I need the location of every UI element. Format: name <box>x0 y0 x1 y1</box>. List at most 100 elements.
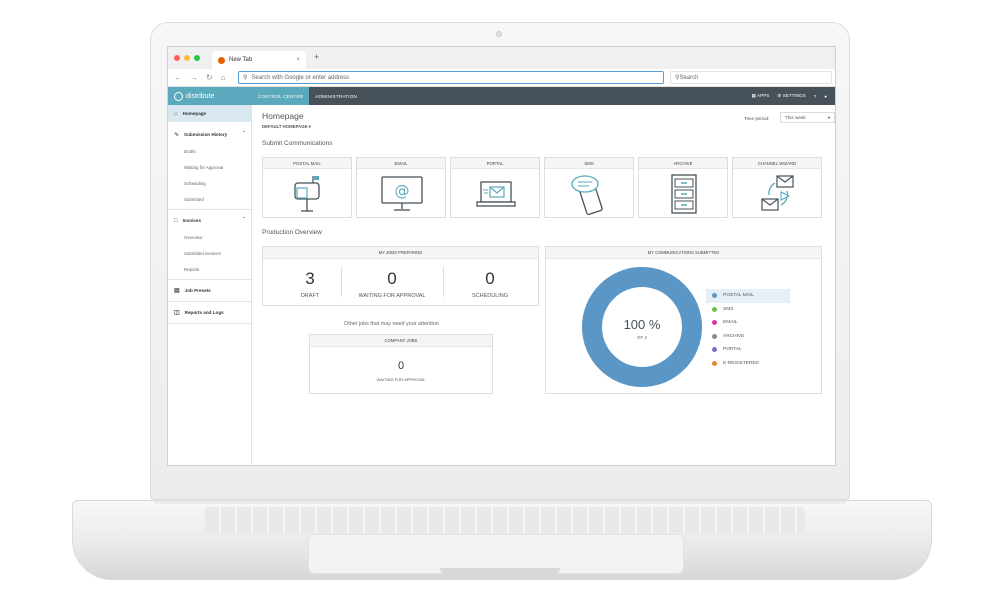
card-label: EMAIL <box>357 158 445 169</box>
card-label: SMS <box>545 158 633 169</box>
sms-phone-icon <box>571 175 603 215</box>
company-jobs-label: WAITING FOR APPROVAL <box>376 377 426 382</box>
apps-button[interactable]: ▦ APPS <box>752 93 770 99</box>
new-tab-button[interactable]: + <box>314 52 319 62</box>
gear-icon: ⚙ <box>777 93 782 98</box>
page-title: Homepage <box>262 111 304 121</box>
card-portal[interactable]: PORTAL <box>450 157 540 218</box>
homepage-select[interactable]: DEFAULT HOMEPAGE ▾ <box>262 124 311 130</box>
maximize-window-icon[interactable] <box>194 55 200 61</box>
legend-item-email[interactable]: EMAIL <box>706 316 790 330</box>
card-postal-mail[interactable]: POSTAL MAIL <box>262 157 352 218</box>
distribute-logo-icon <box>174 91 183 101</box>
sidebar-item-label: Invoices <box>182 218 202 223</box>
legend-dot <box>712 306 717 312</box>
settings-label: SETTINGS <box>782 93 806 98</box>
communications-panel: MY COMMUNICATIONS SUBMITTED 100 % OF 2 P… <box>545 246 822 394</box>
nav-control-center[interactable]: CONTROL CENTER <box>252 87 310 105</box>
company-jobs-value: 0 <box>397 360 405 372</box>
stat-scheduling[interactable]: 0 SCHEDULING <box>445 269 535 299</box>
sidebar-item-submission-history[interactable]: ∿ Submission History ˆ <box>168 126 251 143</box>
laptop-notch <box>440 568 560 574</box>
legend-item-portal[interactable]: PORTAL <box>706 343 790 357</box>
submit-communications-title: Submit Communications <box>262 140 333 147</box>
homepage-select-value: DEFAULT HOMEPAGE <box>262 124 308 129</box>
portal-laptop-icon <box>476 181 516 207</box>
sidebar: ⌂ Homepage ∿ Submission History ˆ Drafts… <box>168 105 252 465</box>
panel-header: MY COMMUNICATIONS SUBMITTED <box>546 247 821 259</box>
stat-value: 0 <box>485 269 495 288</box>
time-period-value: This week <box>785 115 806 120</box>
legend-dot <box>712 360 717 366</box>
legend-label: PORTAL <box>723 347 742 353</box>
brand-name: distribute <box>186 92 215 100</box>
divider <box>168 323 251 324</box>
tab-title: New Tab <box>229 57 253 63</box>
firefox-icon <box>218 56 225 64</box>
brand-logo[interactable]: distribute <box>168 87 252 105</box>
sidebar-subitem-waiting-approval[interactable]: Waiting for Approval <box>168 159 251 175</box>
address-bar[interactable]: ⚲ Search with Google or enter address <box>238 71 664 84</box>
sidebar-item-label: Submission History <box>184 132 228 137</box>
document-icon: □ <box>174 217 178 224</box>
preset-icon: ▤ <box>174 288 180 294</box>
jobs-preparing-panel: MY JOBS PREPARING 3 DRAFT 0 WAITING FOR … <box>262 246 539 306</box>
legend-item-e-registered[interactable]: E-REGISTERED <box>706 357 790 371</box>
grid-icon: ▦ <box>751 93 756 98</box>
legend-label: ARCHIVE <box>723 333 745 339</box>
stat-waiting-approval[interactable]: 0 WAITING FOR APPROVAL <box>345 269 439 299</box>
card-archive[interactable]: ARCHIVE <box>638 157 728 218</box>
header-right-tools: ▦ APPS ⚙ SETTINGS ? ● <box>752 87 827 105</box>
sidebar-item-label: Reports and Logs <box>184 310 224 315</box>
email-monitor-icon: @ <box>381 176 423 211</box>
sidebar-subitem-submitted-invoices[interactable]: Submitted invoices <box>168 245 251 261</box>
app-header: distribute CONTROL CENTER ADMINISTRATION… <box>168 87 835 105</box>
caret-down-icon: ▾ <box>308 124 311 129</box>
reload-icon[interactable]: ↻ <box>206 73 213 82</box>
browser-tab[interactable]: New Tab × <box>212 51 306 69</box>
company-jobs-panel[interactable]: COMPANY JOBS 0 WAITING FOR APPROVAL <box>309 334 493 394</box>
help-button[interactable]: ? <box>814 94 817 99</box>
time-period-select[interactable]: This week ▼ <box>780 112 835 123</box>
forward-icon[interactable]: → <box>190 73 198 82</box>
laptop-keyboard <box>205 507 805 533</box>
sidebar-subitem-submitted[interactable]: Submitted <box>168 191 251 207</box>
address-placeholder: Search with Google or enter address <box>251 74 350 81</box>
legend-item-archive[interactable]: ARCHIVE <box>706 330 790 344</box>
sidebar-subitem-overview[interactable]: Overview <box>168 229 251 245</box>
chevron-up-icon: ˆ <box>243 131 245 138</box>
minimize-window-icon[interactable] <box>184 55 190 61</box>
camera-icon <box>496 31 502 37</box>
settings-button[interactable]: ⚙ SETTINGS <box>777 93 805 99</box>
main-content: Homepage DEFAULT HOMEPAGE ▾ Time period:… <box>262 105 835 465</box>
legend-dot <box>712 293 717 299</box>
home-icon[interactable]: ⌂ <box>221 73 226 82</box>
legend-dot <box>712 347 717 353</box>
sidebar-item-invoices[interactable]: □ Invoices ˆ <box>168 212 251 229</box>
screen: New Tab × + ← → ↻ ⌂ ⚲ Search with Google… <box>167 46 836 466</box>
card-sms[interactable]: SMS <box>544 157 634 218</box>
donut-chart[interactable]: 100 % OF 2 <box>580 265 704 389</box>
back-icon[interactable]: ← <box>174 73 182 82</box>
browser-search-box[interactable]: ⚲ Search <box>670 71 832 84</box>
user-icon[interactable]: ● <box>824 94 827 99</box>
sidebar-item-reports-logs[interactable]: ◫ Reports and Logs <box>168 304 251 321</box>
sidebar-subitem-reports[interactable]: Reports <box>168 261 251 277</box>
close-window-icon[interactable] <box>174 55 180 61</box>
sidebar-subitem-drafts[interactable]: Drafts <box>168 143 251 159</box>
card-label: POSTAL MAIL <box>263 158 351 169</box>
sidebar-item-homepage[interactable]: ⌂ Homepage <box>168 105 251 122</box>
tab-close-icon[interactable]: × <box>296 57 300 63</box>
sidebar-subitem-scheduling[interactable]: Scheduling <box>168 175 251 191</box>
browser-nav-bar: ← → ↻ ⌂ ⚲ Search with Google or enter ad… <box>168 69 835 87</box>
legend-item-sms[interactable]: SMS <box>706 303 790 317</box>
search-icon: ⚲ <box>243 75 248 81</box>
pulse-icon: ∿ <box>174 132 180 138</box>
card-label: PORTAL <box>451 158 539 169</box>
sidebar-item-job-presets[interactable]: ▤ Job Presets <box>168 282 251 299</box>
card-channel-wizard[interactable]: CHANNEL WIZARD <box>732 157 822 218</box>
legend-label: SMS <box>723 306 734 312</box>
card-email[interactable]: EMAIL @ <box>356 157 446 218</box>
legend-item-postal-mail[interactable]: POSTAL MAIL <box>706 289 790 303</box>
nav-administration[interactable]: ADMINISTRATION <box>309 87 363 105</box>
